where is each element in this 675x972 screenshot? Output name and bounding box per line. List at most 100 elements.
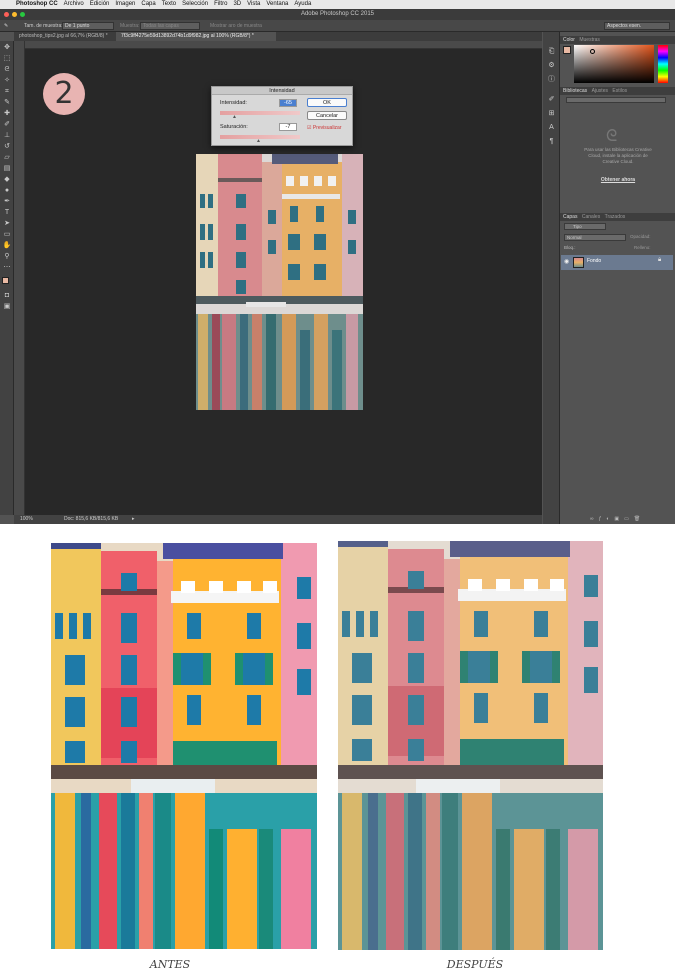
brush-panel-icon[interactable]: ✐: [546, 94, 557, 105]
menu-vista[interactable]: Vista: [247, 0, 260, 9]
get-now-link[interactable]: Obtener ahora: [582, 177, 654, 183]
status-bar: 100% Doc: 815,6 KB/815,6 KB ▸: [14, 515, 542, 524]
workspace-select[interactable]: Aspectos esen.: [604, 22, 670, 30]
preview-checkbox[interactable]: ☑ Previsualizar: [307, 125, 342, 131]
dialog-title: Intensidad: [212, 87, 352, 95]
menu-ayuda[interactable]: Ayuda: [294, 0, 311, 9]
sample-size-label: Tam. de muestra:: [24, 23, 63, 29]
history-brush-icon[interactable]: ↺: [2, 142, 12, 152]
info-panel-icon[interactable]: ⓘ: [546, 74, 557, 85]
tab-layers[interactable]: Capas: [563, 214, 577, 220]
screen-mode-icon[interactable]: ▣: [2, 302, 12, 312]
tab-color[interactable]: Color: [563, 37, 575, 43]
vibrance-label: Intensidad:: [220, 100, 247, 106]
sample-size-select[interactable]: De 1 punto: [62, 22, 114, 30]
menu-app[interactable]: Photoshop CC: [16, 0, 58, 9]
clone-stamp-icon[interactable]: ⊥: [2, 131, 12, 141]
lasso-tool-icon[interactable]: ᘓ: [2, 65, 12, 75]
color-panel-header: Color Muestras: [560, 36, 675, 44]
edit-toolbar-icon[interactable]: ⋯: [2, 263, 12, 273]
sample-select[interactable]: Todas las capas: [140, 22, 200, 30]
layer-row-background[interactable]: ◉ Fondo 🔒︎: [561, 255, 673, 270]
hue-slider[interactable]: [658, 45, 668, 83]
window-title: Adobe Photoshop CC 2015: [300, 11, 375, 17]
character-panel-icon[interactable]: A: [546, 122, 557, 133]
eraser-tool-icon[interactable]: ▱: [2, 153, 12, 163]
color-picker-field[interactable]: [574, 45, 654, 83]
layer-lock-icon: 🔒︎: [658, 257, 662, 263]
libraries-message: Para usar las Bibliotecas Creative Cloud…: [584, 147, 652, 164]
properties-panel-icon[interactable]: ⚙: [546, 60, 557, 71]
tab-adjustments[interactable]: Ajustes: [592, 88, 608, 94]
tab-styles[interactable]: Estilos: [612, 88, 627, 94]
cancel-button[interactable]: Cancelar: [307, 111, 347, 120]
libraries-panel-header: Bibliotecas Ajustes Estilos: [560, 87, 675, 95]
tab-channels[interactable]: Canales: [582, 214, 600, 220]
tab-active-image[interactable]: 7f3c9ff4275e59d13892d74b1d9f982.jpg al 1…: [116, 32, 276, 41]
caption-after: DESPUÉS: [446, 958, 504, 971]
quick-mask-icon[interactable]: ◘: [2, 291, 12, 301]
tab-paths[interactable]: Trazados: [605, 214, 626, 220]
menu-ventana[interactable]: Ventana: [266, 0, 288, 9]
color-foreground-swatch[interactable]: [563, 46, 571, 54]
ok-button[interactable]: OK: [307, 98, 347, 107]
color-picker-cursor-icon[interactable]: [590, 49, 595, 54]
hand-tool-icon[interactable]: ✋: [2, 241, 12, 251]
photo-after: [338, 541, 603, 950]
menu-seleccion[interactable]: Selección: [182, 0, 208, 9]
path-select-icon[interactable]: ➤: [2, 219, 12, 229]
dodge-tool-icon[interactable]: ●: [2, 186, 12, 196]
eyedropper-tool-icon[interactable]: ✎: [4, 20, 8, 32]
menu-capa[interactable]: Capa: [141, 0, 155, 9]
crop-tool-icon[interactable]: ⌗: [2, 87, 12, 97]
menu-filtro[interactable]: Filtro: [214, 0, 227, 9]
healing-brush-icon[interactable]: ✚: [2, 109, 12, 119]
menu-archivo[interactable]: Archivo: [64, 0, 84, 9]
libraries-select[interactable]: [566, 97, 666, 103]
layer-visibility-eye-icon[interactable]: ◉: [564, 258, 569, 265]
sample-label: Muestra:: [120, 23, 140, 29]
opacity-label: Opacidad:: [630, 234, 651, 239]
marquee-tool-icon[interactable]: ⬚: [2, 54, 12, 64]
vibrance-input[interactable]: -65: [279, 99, 297, 107]
photoshop-screenshot: Photoshop CC Archivo Edición Imagen Capa…: [0, 0, 675, 524]
gradient-tool-icon[interactable]: ▤: [2, 164, 12, 174]
layer-kind-filter[interactable]: Tipo: [564, 223, 606, 230]
tab-photoshop-tips2[interactable]: photoshop_tips2.jpg al 66,7% (RGB/8) *: [14, 32, 114, 41]
type-tool-icon[interactable]: T: [2, 208, 12, 218]
menu-edicion[interactable]: Edición: [90, 0, 110, 9]
move-tool-icon[interactable]: ✥: [2, 43, 12, 53]
brush-tool-icon[interactable]: ✐: [2, 120, 12, 130]
pen-tool-icon[interactable]: ✒: [2, 197, 12, 207]
layer-thumbnail: [573, 257, 584, 268]
history-panel-icon[interactable]: ⎗: [546, 46, 557, 57]
saturation-input[interactable]: -7: [279, 123, 297, 131]
clone-source-icon[interactable]: ⊞: [546, 108, 557, 119]
zoom-level[interactable]: 100%: [20, 515, 33, 524]
horizontal-ruler: [25, 41, 542, 49]
layers-footer-icons[interactable]: ∞ƒ◐▣▭🗑︎: [590, 516, 645, 522]
lock-label: Bloq.:: [564, 245, 576, 250]
menu-texto[interactable]: Texto: [162, 0, 176, 9]
vibrance-slider-handle-icon[interactable]: ▲: [232, 114, 237, 120]
tab-libraries[interactable]: Bibliotecas: [563, 88, 587, 94]
tab-swatches[interactable]: Muestras: [579, 37, 600, 43]
saturation-slider-handle-icon[interactable]: ▲: [256, 138, 261, 144]
blend-mode-select[interactable]: Normal: [564, 234, 626, 241]
blur-tool-icon[interactable]: ◆: [2, 175, 12, 185]
show-ring-checkbox[interactable]: Mostrar aro de muestra: [210, 20, 262, 32]
status-arrow-icon[interactable]: ▸: [132, 515, 135, 524]
quick-select-tool-icon[interactable]: ✧: [2, 76, 12, 86]
photo-before-svg: [51, 543, 317, 949]
foreground-color-swatch[interactable]: [2, 277, 9, 284]
right-panels: [543, 32, 675, 524]
saturation-label: Saturación:: [220, 124, 248, 130]
menu-imagen[interactable]: Imagen: [115, 0, 135, 9]
zoom-tool-icon[interactable]: ⚲: [2, 252, 12, 262]
shape-tool-icon[interactable]: ▭: [2, 230, 12, 240]
layer-name[interactable]: Fondo: [587, 258, 601, 264]
menu-3d[interactable]: 3D: [233, 0, 241, 9]
eyedropper-icon[interactable]: ✎: [2, 98, 12, 108]
paragraph-panel-icon[interactable]: ¶: [546, 136, 557, 147]
panel-icon-strip: ⎗ ⚙ ⓘ ✐ ⊞ A ¶: [543, 32, 560, 524]
